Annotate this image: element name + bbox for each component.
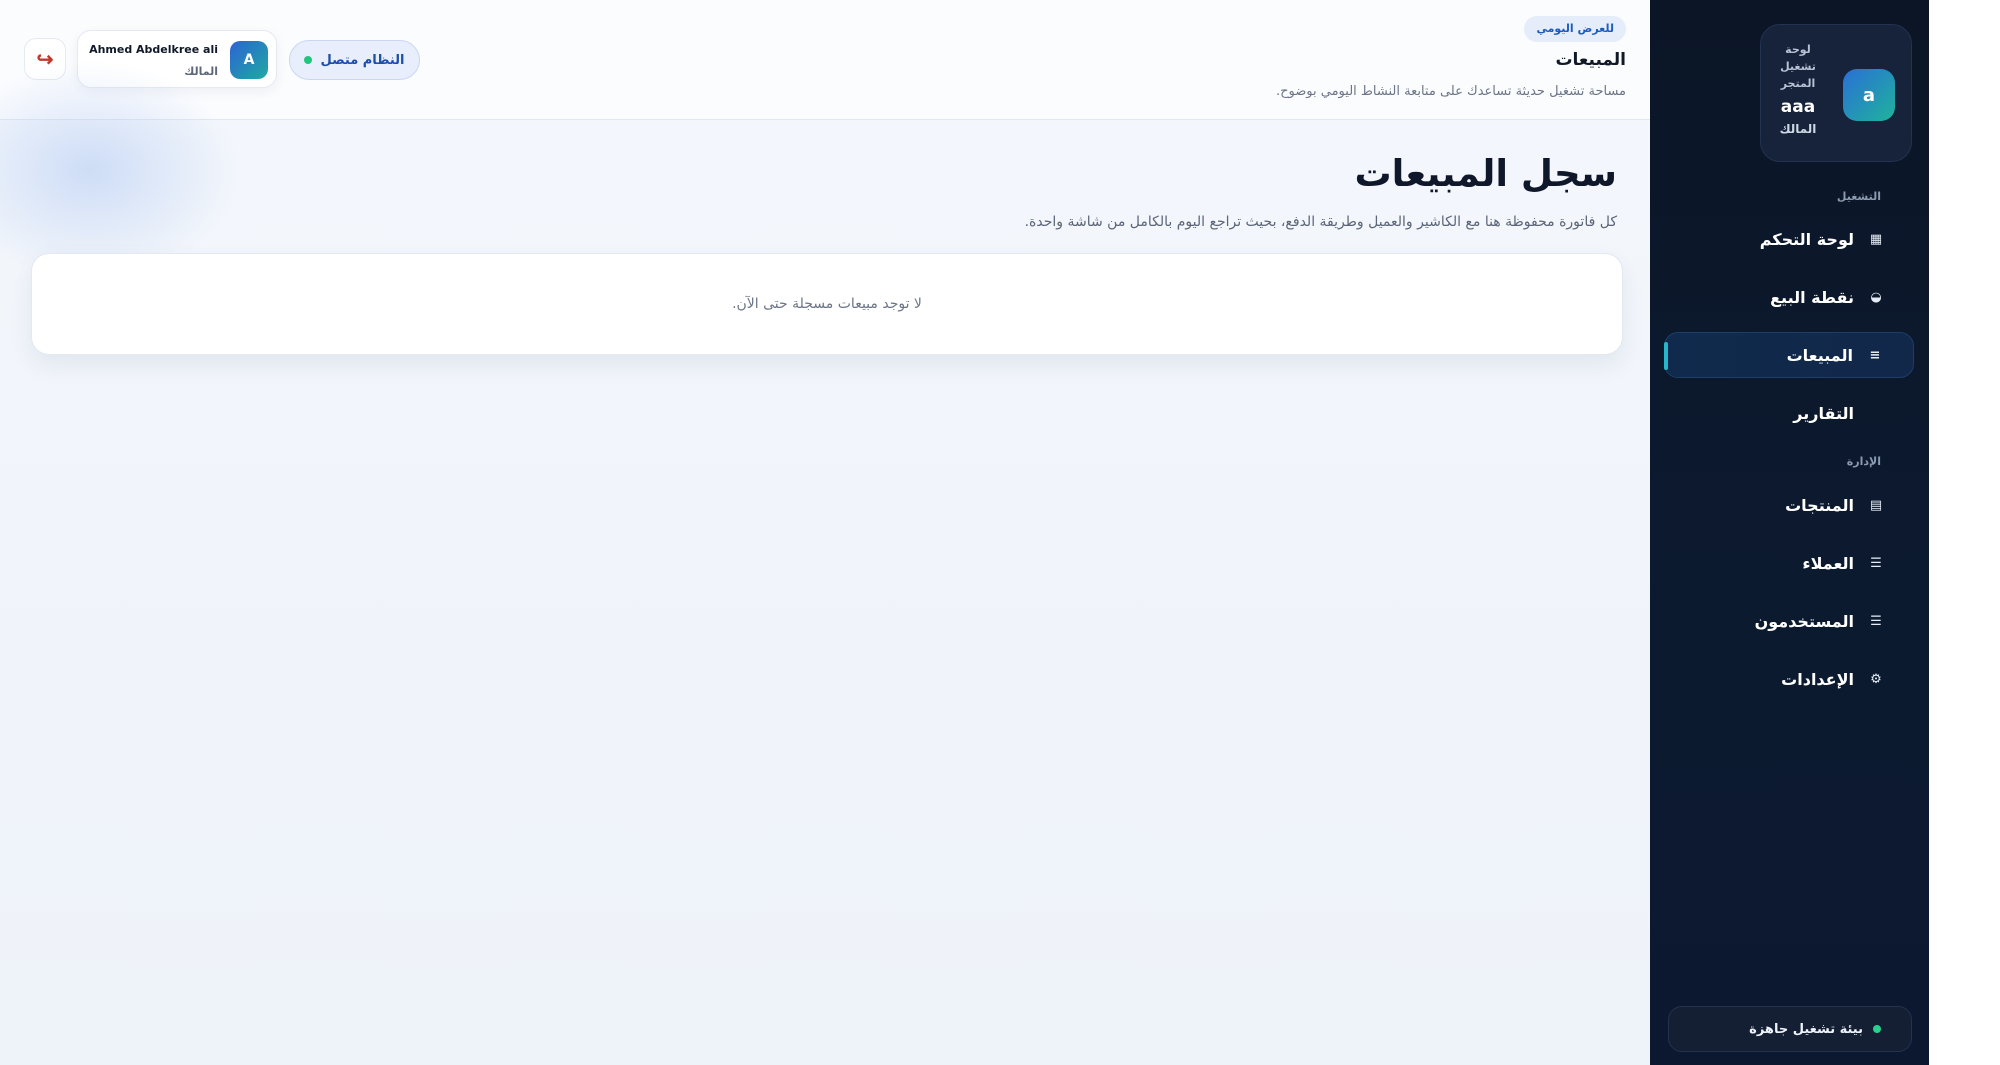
app-window: للعرض اليومي المبيعات مساحة تشغيل حديثة … <box>0 0 1929 1065</box>
sidebar-item-label: المبيعات <box>1786 345 1853 365</box>
page-subtitle: كل فاتورة محفوظة هنا مع الكاشير والعميل … <box>1024 214 1617 230</box>
box-icon: ▤ <box>1869 497 1883 513</box>
sidebar-item-dashboard[interactable]: لوحة التحكم ▦ <box>1664 216 1914 262</box>
grid-icon: ▦ <box>1869 231 1883 247</box>
sidebar-item-label: نقطة البيع <box>1770 287 1854 307</box>
sidebar-item-customers[interactable]: العملاء ☰ <box>1664 540 1914 586</box>
store-avatar: a <box>1843 69 1895 121</box>
sidebar-item-label: الإعدادات <box>1781 669 1854 689</box>
sidebar-item-label: المستخدمون <box>1754 611 1854 631</box>
page-title: سجل المبيعات <box>1354 152 1617 195</box>
sidebar-item-users[interactable]: المستخدمون ☰ <box>1664 598 1914 644</box>
pos-icon: ◒ <box>1870 289 1882 305</box>
top-header: للعرض اليومي المبيعات مساحة تشغيل حديثة … <box>0 0 1650 120</box>
sidebar-item-label: التقارير <box>1793 403 1854 423</box>
sidebar-item-sales[interactable]: المبيعات ≡ <box>1664 332 1914 378</box>
sidebar-item-pos[interactable]: نقطة البيع ◒ <box>1664 274 1914 320</box>
system-status-label: النظام متصل <box>320 52 405 68</box>
gear-icon: ⚙ <box>1870 671 1882 687</box>
sidebar-item-products[interactable]: المنتجات ▤ <box>1664 482 1914 528</box>
store-role: المالك <box>1779 122 1817 136</box>
store-name: aaa <box>1780 97 1816 117</box>
section-label-management: الإدارة <box>1846 455 1881 468</box>
section-label-operations: التشغيل <box>1836 190 1881 203</box>
store-caption: لوحة تشغيل المتجر <box>1780 43 1816 90</box>
sidebar-item-label: لوحة التحكم <box>1759 229 1854 249</box>
store-card: a لوحة تشغيل المتجر aaa المالك <box>1760 24 1912 162</box>
header-title: المبيعات <box>1555 50 1626 70</box>
menu-icon: ☰ <box>1870 555 1882 571</box>
environment-status: بيئة تشغيل جاهزة <box>1668 1006 1912 1052</box>
sidebar-item-reports[interactable]: التقارير <box>1664 390 1914 436</box>
sidebar-item-label: المنتجات <box>1785 495 1854 515</box>
sidebar: a لوحة تشغيل المتجر aaa المالك التشغيل ل… <box>1650 0 1929 1065</box>
sidebar-item-label: العملاء <box>1802 553 1854 573</box>
list-icon: ≡ <box>1869 347 1881 363</box>
system-status-pill: النظام متصل <box>289 40 420 80</box>
sidebar-item-settings[interactable]: الإعدادات ⚙ <box>1664 656 1914 702</box>
empty-message: لا توجد مبيعات مسجلة حتى الآن. <box>732 296 922 312</box>
environment-status-label: بيئة تشغيل جاهزة <box>1749 1021 1863 1037</box>
menu-icon: ☰ <box>1870 613 1882 629</box>
status-dot-icon <box>304 56 313 64</box>
decorative-glow <box>0 60 240 280</box>
status-dot-icon <box>1873 1025 1881 1033</box>
header-subtitle: مساحة تشغيل حديثة تساعدك على متابعة النش… <box>1276 84 1626 99</box>
user-name: Ahmed Abdelkree ali <box>89 43 218 56</box>
sales-empty-state: لا توجد مبيعات مسجلة حتى الآن. <box>31 253 1623 355</box>
store-info: لوحة تشغيل المتجر aaa المالك <box>1767 41 1829 136</box>
daily-view-badge: للعرض اليومي <box>1524 16 1626 42</box>
